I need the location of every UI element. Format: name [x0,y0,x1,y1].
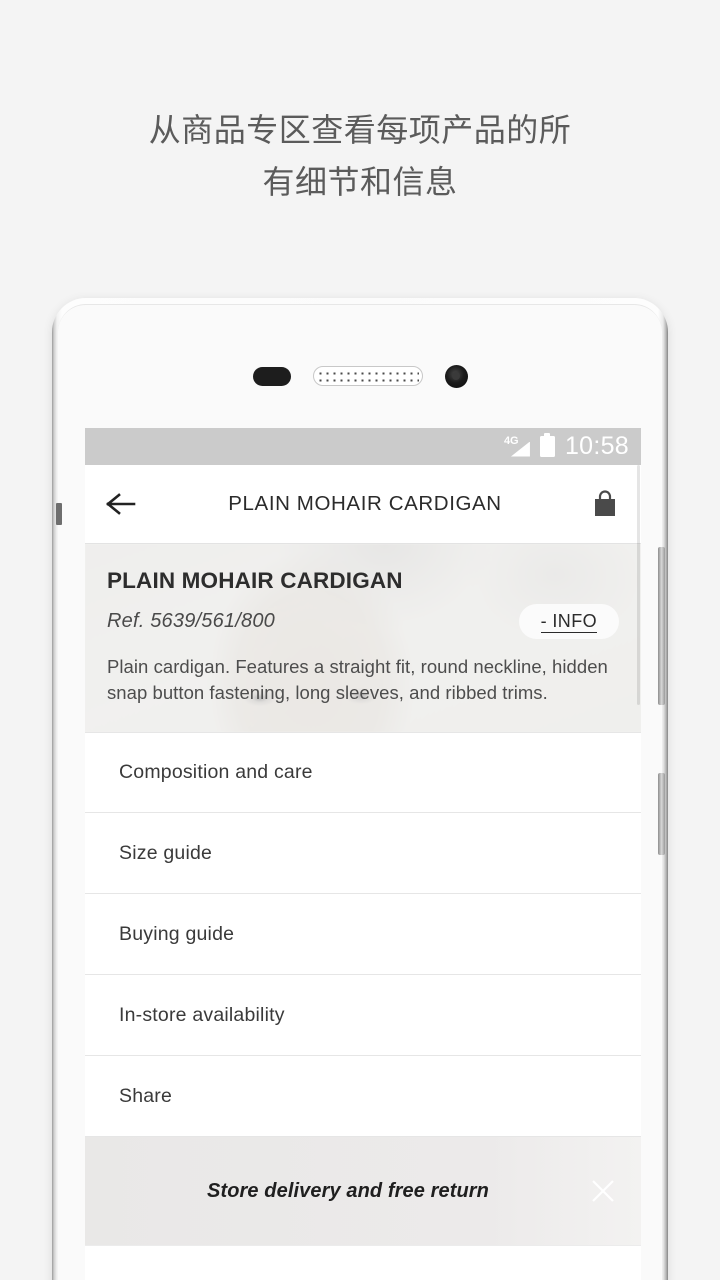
phone-top-bezel [58,359,662,393]
front-camera-icon [444,364,468,388]
vertical-scrollbar[interactable] [636,465,641,1280]
shopping-bag-icon[interactable] [587,486,623,522]
back-arrow-glyph [106,493,136,515]
app-header: PLAIN MOHAIR CARDIGAN [85,465,641,544]
close-x-icon[interactable] [583,1171,623,1211]
promo-headline-line-2: 有细节和信息 [262,164,458,200]
earpiece-speaker-icon [312,366,423,386]
phone-device-mockup: 4G 10:58 PLAIN MOHAIR CARDIGAN PLAIN MOH… [52,298,668,1280]
menu-item-buying-guide[interactable]: Buying guide [85,894,641,975]
menu-item-in-store-availability[interactable]: In-store availability [85,975,641,1056]
volume-rocker-button[interactable] [658,547,665,705]
back-arrow-icon[interactable] [103,486,139,522]
network-type-label: 4G [503,434,519,447]
product-reference: Ref. 5639/561/800 [107,609,275,632]
product-info-block: PLAIN MOHAIR CARDIGAN Ref. 5639/561/800 … [85,544,641,732]
proximity-sensor-icon [252,366,291,386]
signal-strength-icon: 4G [503,434,530,458]
page-title: PLAIN MOHAIR CARDIGAN [228,492,502,515]
menu-item-composition-and-care[interactable]: Composition and care [85,732,641,813]
promo-headline-line-1: 从商品专区查看每项产品的所 [148,112,572,148]
status-bar: 4G 10:58 [85,428,641,465]
product-info-content: PLAIN MOHAIR CARDIGAN Ref. 5639/561/800 … [107,566,619,706]
battery-icon [539,433,555,457]
menu-item-size-guide[interactable]: Size guide [85,813,641,894]
power-button[interactable] [658,773,665,855]
product-detail-menu: Composition and care Size guide Buying g… [85,732,641,1137]
content-bottom-strip [85,1245,641,1271]
promo-headline: 从商品专区查看每项产品的所 有细节和信息 [0,104,720,208]
menu-item-share[interactable]: Share [85,1056,641,1137]
toggle-info-label: - INFO [540,610,597,633]
delivery-promo-text: Store delivery and free return [207,1179,489,1202]
product-description: Plain cardigan. Features a straight fit,… [107,656,608,703]
close-x-glyph [592,1180,614,1202]
vertical-scrollbar-thumb[interactable] [637,465,640,705]
delivery-promo-banner[interactable]: Store delivery and free return [85,1137,641,1245]
shopping-bag-glyph [595,490,615,516]
toggle-info-button[interactable]: - INFO [518,603,619,639]
product-reference-row: Ref. 5639/561/800 - INFO [107,602,619,640]
phone-screen: 4G 10:58 PLAIN MOHAIR CARDIGAN PLAIN MOH… [85,428,641,1280]
left-side-button[interactable] [56,503,62,525]
phone-front-panel: 4G 10:58 PLAIN MOHAIR CARDIGAN PLAIN MOH… [56,304,665,1280]
product-title: PLAIN MOHAIR CARDIGAN [107,568,403,593]
status-bar-clock: 10:58 [564,432,629,460]
